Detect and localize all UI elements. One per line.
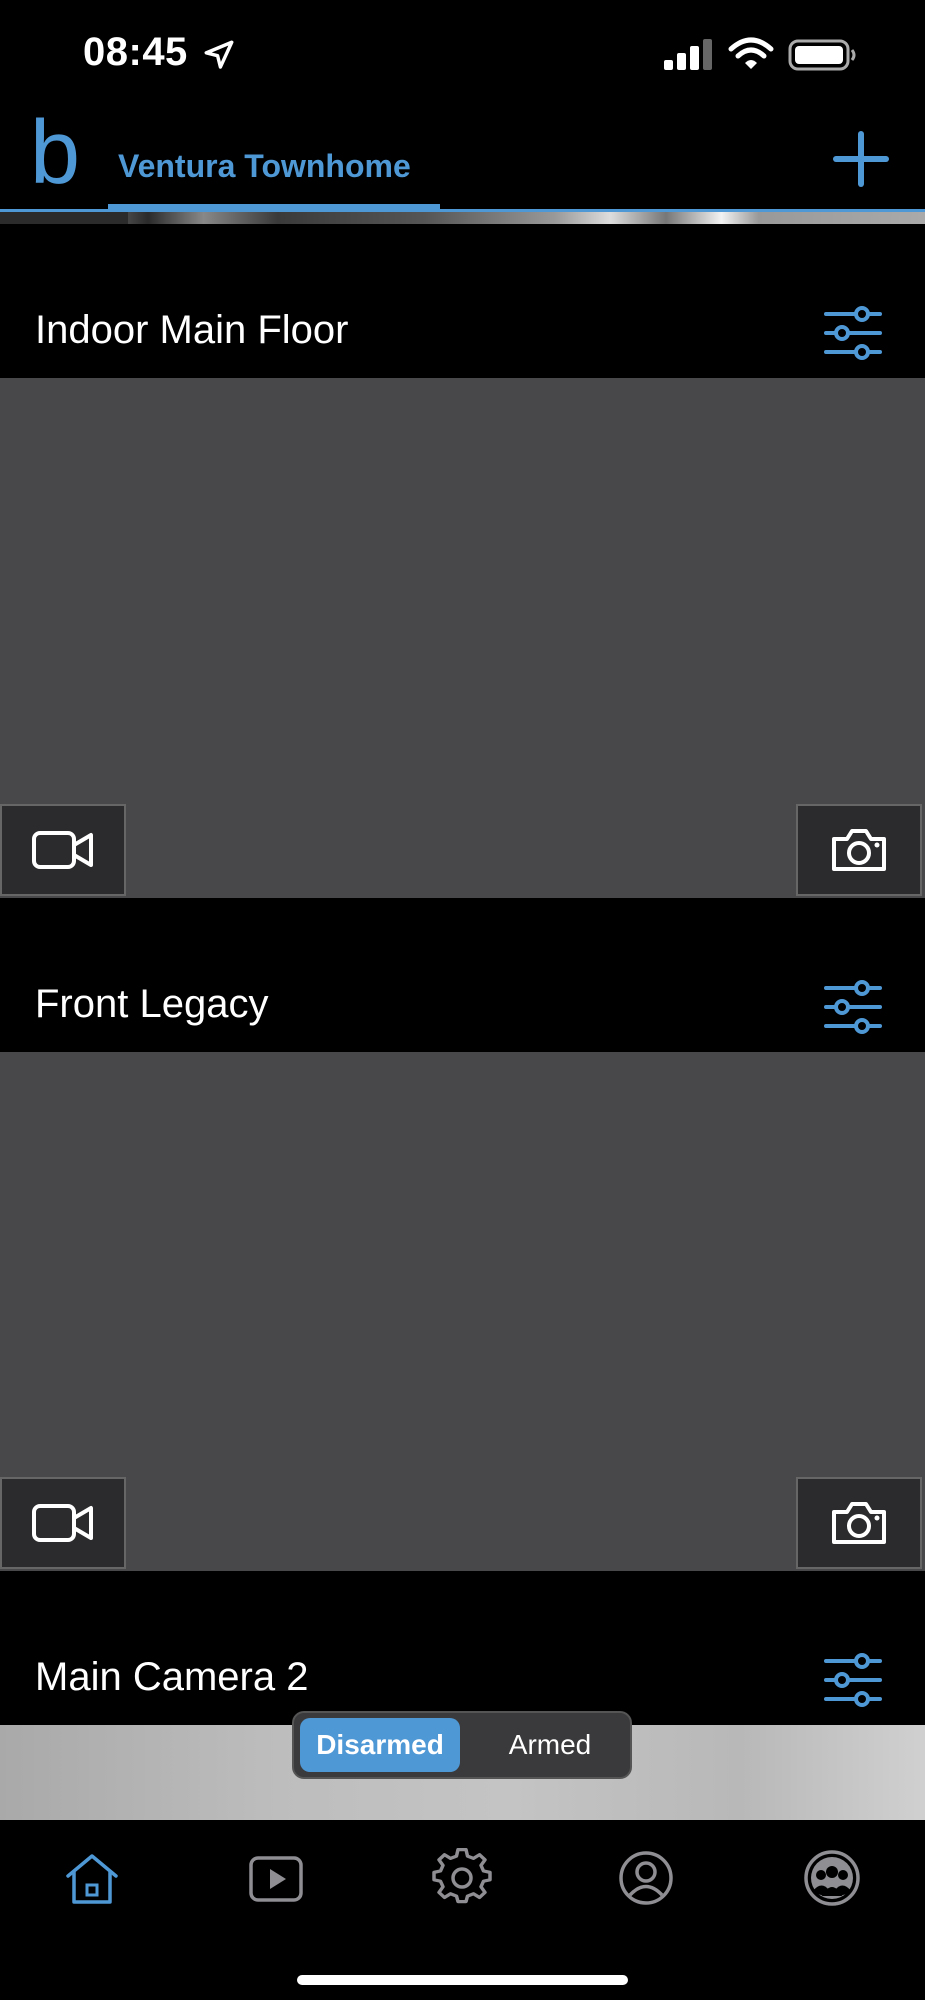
camera-name: Indoor Main Floor [35, 308, 349, 352]
camera-name: Front Legacy [35, 982, 269, 1026]
camera-name: Main Camera 2 [35, 1655, 309, 1699]
home-icon[interactable] [62, 1848, 122, 1908]
snapshot-button[interactable] [796, 1477, 922, 1569]
tab-ventura-townhome[interactable]: Ventura Townhome [108, 140, 440, 210]
tab-bar [0, 1820, 925, 2000]
plus-icon[interactable] [830, 128, 892, 190]
location-arrow-icon [204, 40, 234, 69]
snapshot-button[interactable] [796, 804, 922, 896]
video-camera-icon [32, 831, 93, 869]
status-time: 08:45 [83, 30, 188, 74]
sliders-icon[interactable] [822, 978, 884, 1036]
sliders-icon[interactable] [822, 304, 884, 362]
gear-icon[interactable] [432, 1848, 492, 1908]
camera-feed[interactable] [0, 378, 925, 898]
previous-camera-feed-edge [0, 212, 925, 224]
camera-icon [832, 829, 886, 871]
brand-logo: b [30, 103, 81, 203]
account-icon[interactable] [616, 1848, 676, 1908]
play-icon[interactable] [246, 1848, 306, 1908]
home-indicator[interactable] [297, 1975, 628, 1985]
cellular-signal-icon [664, 39, 712, 70]
security-mode-toggle: Disarmed Armed [292, 1711, 632, 1779]
camera-icon [832, 1502, 886, 1544]
record-video-button[interactable] [0, 1477, 126, 1569]
camera-feed[interactable] [0, 1052, 925, 1571]
battery-icon [788, 39, 856, 71]
armed-option[interactable]: Armed [470, 1718, 630, 1772]
video-camera-icon [32, 1504, 93, 1542]
disarmed-option[interactable]: Disarmed [300, 1718, 460, 1772]
previous-camera-button-edge [0, 212, 128, 224]
community-icon[interactable] [802, 1848, 862, 1908]
sliders-icon[interactable] [822, 1651, 884, 1709]
location-tab-label: Ventura Townhome [118, 148, 411, 184]
record-video-button[interactable] [0, 804, 126, 896]
wifi-icon [728, 37, 774, 69]
